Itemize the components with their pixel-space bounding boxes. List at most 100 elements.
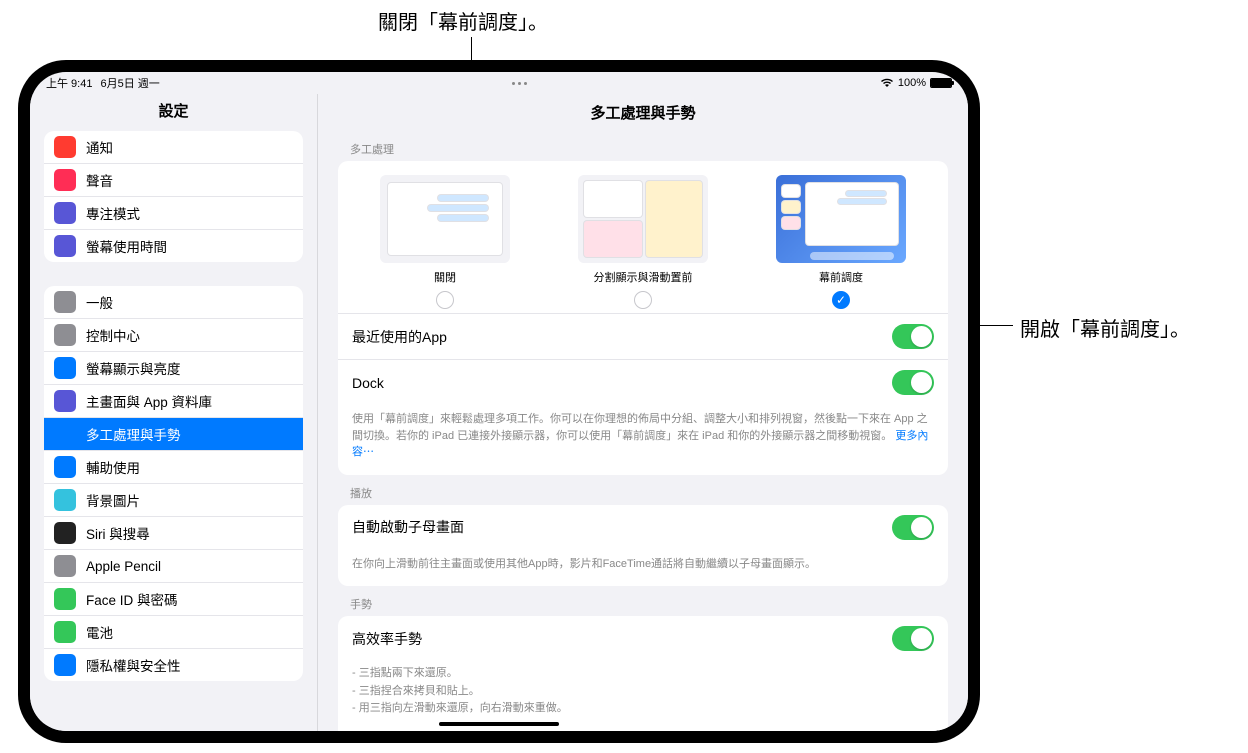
sidebar-item-wallpaper-label: 背景圖片 <box>86 490 140 510</box>
option-off[interactable]: 關閉 <box>370 175 520 309</box>
home-indicator[interactable] <box>439 722 559 726</box>
sidebar-item-siri-label: Siri 與搜尋 <box>86 523 150 543</box>
sidebar-item-accessibility[interactable]: 輔助使用 <box>44 451 303 484</box>
gesture-hints: - 三指點兩下來還原。- 三指捏合來拷貝和貼上。- 用三指向左滑動來還原，向右滑… <box>338 661 948 731</box>
sidebar-item-focus[interactable]: 專注模式 <box>44 197 303 230</box>
sidebar-item-sound-label: 聲音 <box>86 170 113 190</box>
callout-right: 開啟「幕前調度」。 <box>1020 313 1190 342</box>
sidebar-title: 設定 <box>30 94 317 131</box>
sidebar-item-general-icon <box>54 291 76 313</box>
sidebar-item-multitasking[interactable]: 多工處理與手勢 <box>44 418 303 451</box>
sidebar-item-multitasking-label: 多工處理與手勢 <box>86 424 181 444</box>
section-multitasking-header: 多工處理 <box>350 141 948 157</box>
sidebar-item-general-label: 一般 <box>86 292 113 312</box>
toggle-dock: Dock <box>338 359 948 405</box>
option-stage-radio[interactable]: ✓ <box>832 291 850 309</box>
sidebar-item-battery[interactable]: 電池 <box>44 616 303 649</box>
sidebar: 設定 通知聲音專注模式螢幕使用時間 一般控制中心螢幕顯示與亮度主畫面與 App … <box>30 94 318 731</box>
sidebar-item-battery-icon <box>54 621 76 643</box>
sidebar-item-sound-icon <box>54 169 76 191</box>
sidebar-item-controlcenter[interactable]: 控制中心 <box>44 319 303 352</box>
sidebar-item-pencil-label: Apple Pencil <box>86 559 161 574</box>
option-split-preview <box>578 175 708 263</box>
option-stage-label: 幕前調度 <box>819 269 863 285</box>
sidebar-item-faceid-icon <box>54 588 76 610</box>
sidebar-item-wallpaper-icon <box>54 489 76 511</box>
option-off-radio[interactable] <box>436 291 454 309</box>
toggle-pip-label: 自動啟動子母畫面 <box>352 517 464 537</box>
sidebar-item-wallpaper[interactable]: 背景圖片 <box>44 484 303 517</box>
sidebar-item-pencil-icon <box>54 555 76 577</box>
sidebar-item-general[interactable]: 一般 <box>44 286 303 319</box>
sidebar-item-faceid-label: Face ID 與密碼 <box>86 589 178 609</box>
option-off-label: 關閉 <box>434 269 456 285</box>
sidebar-item-privacy-icon <box>54 654 76 676</box>
sidebar-item-display-icon <box>54 357 76 379</box>
sidebar-item-siri[interactable]: Siri 與搜尋 <box>44 517 303 550</box>
section-playback-header: 播放 <box>350 485 948 501</box>
status-date: 6月5日 週一 <box>100 75 159 91</box>
detail-pane: 多工處理與手勢 多工處理 <box>318 94 968 731</box>
multitasking-options: 關閉 分割顯示與滑動置前 <box>338 161 948 313</box>
sidebar-item-focus-icon <box>54 202 76 224</box>
toggle-eff-gestures-switch[interactable] <box>892 626 934 651</box>
sidebar-item-siri-icon <box>54 522 76 544</box>
toggle-dock-switch[interactable] <box>892 370 934 395</box>
toggle-eff-gestures: 高效率手勢 <box>338 616 948 661</box>
sidebar-item-home-icon <box>54 390 76 412</box>
ipad-device-frame: 上午 9:41 6月5日 週一 100% 設定 通知聲音專注模式螢幕使用時間 一… <box>18 60 980 743</box>
option-stage[interactable]: 幕前調度 ✓ <box>766 175 916 309</box>
toggle-pip-switch[interactable] <box>892 515 934 540</box>
toggle-recent-apps-switch[interactable] <box>892 324 934 349</box>
ipad-screen: 上午 9:41 6月5日 週一 100% 設定 通知聲音專注模式螢幕使用時間 一… <box>30 72 968 731</box>
sidebar-item-notifications-icon <box>54 136 76 158</box>
sidebar-item-sound[interactable]: 聲音 <box>44 164 303 197</box>
playback-card: 自動啟動子母畫面 在你向上滑動前往主畫面或使用其他App時，影片和FaceTim… <box>338 505 948 587</box>
gestures-card: 高效率手勢 - 三指點兩下來還原。- 三指捏合來拷貝和貼上。- 用三指向左滑動來… <box>338 616 948 731</box>
sidebar-group-1: 通知聲音專注模式螢幕使用時間 <box>44 131 303 262</box>
sidebar-item-home-label: 主畫面與 App 資料庫 <box>86 391 212 411</box>
sidebar-item-multitasking-icon <box>54 423 76 445</box>
toggle-recent-apps-label: 最近使用的App <box>352 327 447 347</box>
stage-desc: 使用「幕前調度」來輕鬆處理多項工作。你可以在你理想的佈局中分組、調整大小和排列視… <box>338 405 948 475</box>
sidebar-item-display[interactable]: 螢幕顯示與亮度 <box>44 352 303 385</box>
toggle-dock-label: Dock <box>352 375 384 391</box>
toggle-pip: 自動啟動子母畫面 <box>338 505 948 550</box>
toggle-recent-apps: 最近使用的App <box>338 313 948 359</box>
sidebar-item-privacy-label: 隱私權與安全性 <box>86 655 181 675</box>
sidebar-item-faceid[interactable]: Face ID 與密碼 <box>44 583 303 616</box>
sidebar-item-screentime-icon <box>54 235 76 257</box>
status-dots <box>512 82 527 85</box>
option-split[interactable]: 分割顯示與滑動置前 <box>568 175 718 309</box>
sidebar-item-controlcenter-label: 控制中心 <box>86 325 140 345</box>
sidebar-item-screentime-label: 螢幕使用時間 <box>86 236 167 256</box>
multitasking-card: 關閉 分割顯示與滑動置前 <box>338 161 948 475</box>
sidebar-item-home[interactable]: 主畫面與 App 資料庫 <box>44 385 303 418</box>
sidebar-group-2: 一般控制中心螢幕顯示與亮度主畫面與 App 資料庫多工處理與手勢輔助使用背景圖片… <box>44 286 303 681</box>
toggle-eff-gestures-label: 高效率手勢 <box>352 629 422 649</box>
sidebar-item-pencil[interactable]: Apple Pencil <box>44 550 303 583</box>
status-time: 上午 9:41 <box>46 75 92 91</box>
status-bar: 上午 9:41 6月5日 週一 100% <box>30 72 968 94</box>
battery-icon <box>930 78 952 88</box>
option-split-radio[interactable] <box>634 291 652 309</box>
sidebar-item-screentime[interactable]: 螢幕使用時間 <box>44 230 303 262</box>
sidebar-item-privacy[interactable]: 隱私權與安全性 <box>44 649 303 681</box>
callout-top: 關閉「幕前調度」。 <box>378 6 548 35</box>
option-split-label: 分割顯示與滑動置前 <box>594 269 693 285</box>
status-battery-pct: 100% <box>898 77 926 89</box>
sidebar-item-focus-label: 專注模式 <box>86 203 140 223</box>
detail-title: 多工處理與手勢 <box>318 94 968 131</box>
sidebar-item-notifications[interactable]: 通知 <box>44 131 303 164</box>
option-stage-preview <box>776 175 906 263</box>
sidebar-item-battery-label: 電池 <box>86 622 113 642</box>
sidebar-item-display-label: 螢幕顯示與亮度 <box>86 358 181 378</box>
pip-desc: 在你向上滑動前往主畫面或使用其他App時，影片和FaceTime通話將自動繼續以… <box>338 550 948 587</box>
sidebar-item-notifications-label: 通知 <box>86 137 113 157</box>
wifi-icon <box>880 78 894 88</box>
sidebar-item-accessibility-label: 輔助使用 <box>86 457 140 477</box>
sidebar-item-accessibility-icon <box>54 456 76 478</box>
section-gestures-header: 手勢 <box>350 596 948 612</box>
sidebar-item-controlcenter-icon <box>54 324 76 346</box>
option-off-preview <box>380 175 510 263</box>
